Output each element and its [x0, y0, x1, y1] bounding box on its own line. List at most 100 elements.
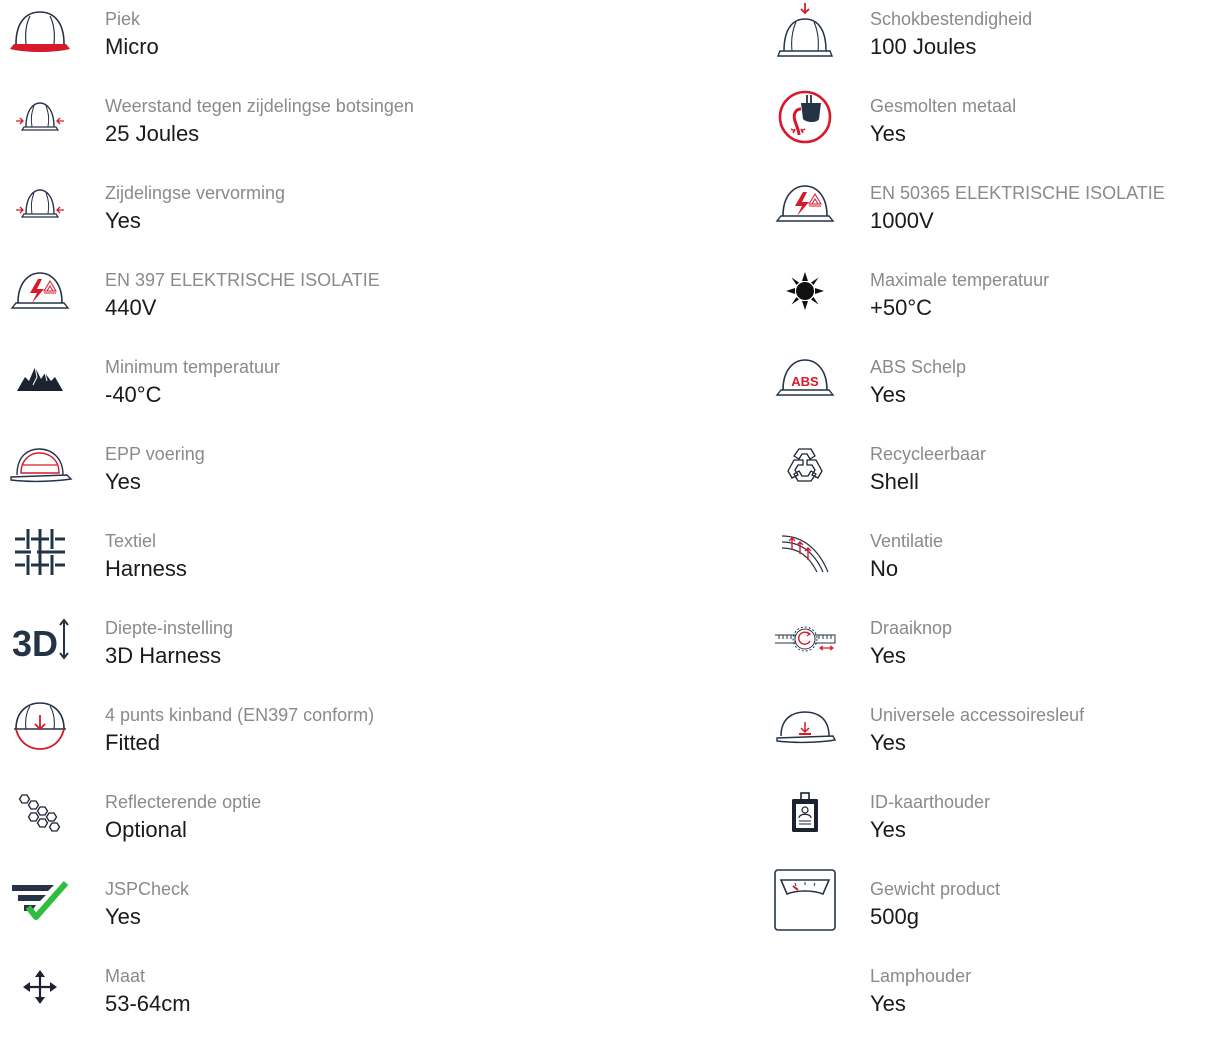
id-card-holder-icon — [765, 785, 845, 841]
spec-label: Draaiknop — [870, 618, 953, 638]
spec-item: 3D Diepte-instelling 3D Harness — [0, 609, 760, 696]
spec-item: Minimum temperatuur -40°C — [0, 348, 760, 435]
spec-label: ABS Schelp — [870, 357, 967, 377]
spec-item: Zijdelingse vervorming Yes — [0, 174, 760, 261]
spec-column-left: Piek Micro Weerstand tegen zijdelingse b… — [0, 0, 760, 1044]
weighing-scale-icon — [765, 869, 845, 931]
reflective-hexagons-icon — [0, 785, 80, 841]
spec-label: Minimum temperatuur — [105, 357, 281, 377]
lateral-deformation-icon — [0, 176, 80, 232]
spec-label: Maat — [105, 966, 146, 986]
spec-value: No — [870, 556, 899, 581]
svg-text:3D: 3D — [12, 623, 58, 664]
spec-item: Gesmolten metaal Yes — [765, 87, 1230, 174]
spec-label: Diepte-instelling — [105, 618, 234, 638]
spec-label: ID-kaarthouder — [870, 792, 991, 812]
spec-label: Reflecterende optie — [105, 792, 262, 812]
spec-item: Gewicht product 500g — [765, 869, 1230, 957]
abs-shell-icon: ABS — [765, 350, 845, 406]
spec-value: 500g — [870, 904, 919, 929]
spec-item: Weerstand tegen zijdelingse botsingen 25… — [0, 87, 760, 174]
jspcheck-icon — [0, 872, 80, 928]
spec-item: EN 397 ELEKTRISCHE ISOLATIE 440V — [0, 261, 760, 348]
accessory-slot-icon — [765, 698, 845, 754]
spec-item: EPP voering Yes — [0, 435, 760, 522]
spec-column-right: Schokbestendigheid 100 Joules Gesmolten … — [765, 0, 1230, 1044]
spec-value: 3D Harness — [105, 643, 222, 668]
molten-metal-icon — [765, 89, 845, 145]
epp-liner-icon — [0, 437, 80, 493]
helmet-peak-icon — [0, 2, 80, 58]
spec-label: Piek — [105, 9, 141, 29]
spec-label: Schokbestendigheid — [870, 9, 1033, 29]
spec-label: Maximale temperatuur — [870, 270, 1050, 290]
abs-text: ABS — [791, 374, 819, 389]
spec-value: Harness — [105, 556, 187, 581]
spec-item: Textiel Harness — [0, 522, 760, 609]
spec-item: Piek Micro — [0, 0, 760, 87]
shock-absorption-icon — [765, 2, 845, 58]
spec-value: +50°C — [870, 295, 933, 320]
electrical-insulation-icon — [765, 176, 845, 232]
spec-item: Schokbestendigheid 100 Joules — [765, 0, 1230, 87]
spec-value: 53-64cm — [105, 991, 191, 1016]
spec-item: ABS ABS Schelp Yes — [765, 348, 1230, 435]
move-arrows-icon — [0, 959, 80, 1015]
spec-label: Zijdelingse vervorming — [105, 183, 286, 203]
spec-label: Gewicht product — [870, 879, 1001, 899]
sun-icon — [765, 263, 845, 319]
spec-item: Reflecterende optie Optional — [0, 783, 760, 870]
spec-value: 25 Joules — [105, 121, 200, 146]
spec-item: ID-kaarthouder Yes — [765, 783, 1230, 870]
side-impact-icon — [0, 89, 80, 145]
ratchet-knob-icon — [765, 611, 845, 667]
spec-label: EPP voering — [105, 444, 205, 464]
spec-value: Yes — [870, 991, 906, 1016]
spec-value: Micro — [105, 34, 159, 59]
spec-value: Optional — [105, 817, 187, 842]
spec-value: Yes — [105, 208, 141, 233]
spec-value: Yes — [870, 643, 906, 668]
spec-value: Yes — [105, 469, 141, 494]
spec-label: Recycleerbaar — [870, 444, 987, 464]
spec-item: Universele accessoiresleuf Yes — [765, 696, 1230, 783]
spec-item: Recycleerbaar Shell — [765, 435, 1230, 522]
spec-item: Draaiknop Yes — [765, 609, 1230, 696]
spec-item: 4 punts kinband (EN397 conform) Fitted — [0, 696, 760, 783]
spec-value: Yes — [870, 382, 906, 407]
spec-label: Universele accessoiresleuf — [870, 705, 1085, 725]
spec-value: Shell — [870, 469, 919, 494]
spec-label: JSPCheck — [105, 879, 190, 899]
spec-item: JSPCheck Yes — [0, 870, 760, 957]
spec-label: Lamphouder — [870, 966, 972, 986]
spec-label: Textiel — [105, 531, 157, 551]
spec-value: Yes — [870, 817, 906, 842]
spec-value: 100 Joules — [870, 34, 977, 59]
spec-label: Gesmolten metaal — [870, 96, 1017, 116]
textile-grid-icon — [0, 524, 80, 580]
lamp-holder-icon — [765, 959, 845, 1015]
spec-value: -40°C — [105, 382, 162, 407]
spec-item: Maat 53-64cm — [0, 957, 760, 1044]
spec-value: Yes — [870, 121, 906, 146]
electrical-insulation-icon — [0, 263, 80, 319]
spec-label: 4 punts kinband (EN397 conform) — [105, 705, 375, 725]
spec-label: EN 50365 ELEKTRISCHE ISOLATIE — [870, 183, 1165, 203]
spec-value: 1000V — [870, 208, 934, 233]
spec-item: Maximale temperatuur +50°C — [765, 261, 1230, 348]
3d-depth-icon: 3D — [0, 611, 80, 667]
recycle-icon — [765, 437, 845, 493]
ventilation-icon — [765, 524, 845, 580]
spec-item: Ventilatie No — [765, 522, 1230, 609]
spec-value: 440V — [105, 295, 157, 320]
spec-label: EN 397 ELEKTRISCHE ISOLATIE — [105, 270, 380, 290]
spec-item: Lamphouder Yes — [765, 957, 1230, 1044]
spec-value: Fitted — [105, 730, 161, 755]
spec-item: EN 50365 ELEKTRISCHE ISOLATIE 1000V — [765, 174, 1230, 261]
mountains-icon — [0, 350, 80, 406]
spec-value: Yes — [870, 730, 906, 755]
spec-label: Ventilatie — [870, 531, 944, 551]
spec-label: Weerstand tegen zijdelingse botsingen — [105, 96, 414, 116]
chinstrap-icon — [0, 698, 80, 754]
spec-value: Yes — [105, 904, 141, 929]
